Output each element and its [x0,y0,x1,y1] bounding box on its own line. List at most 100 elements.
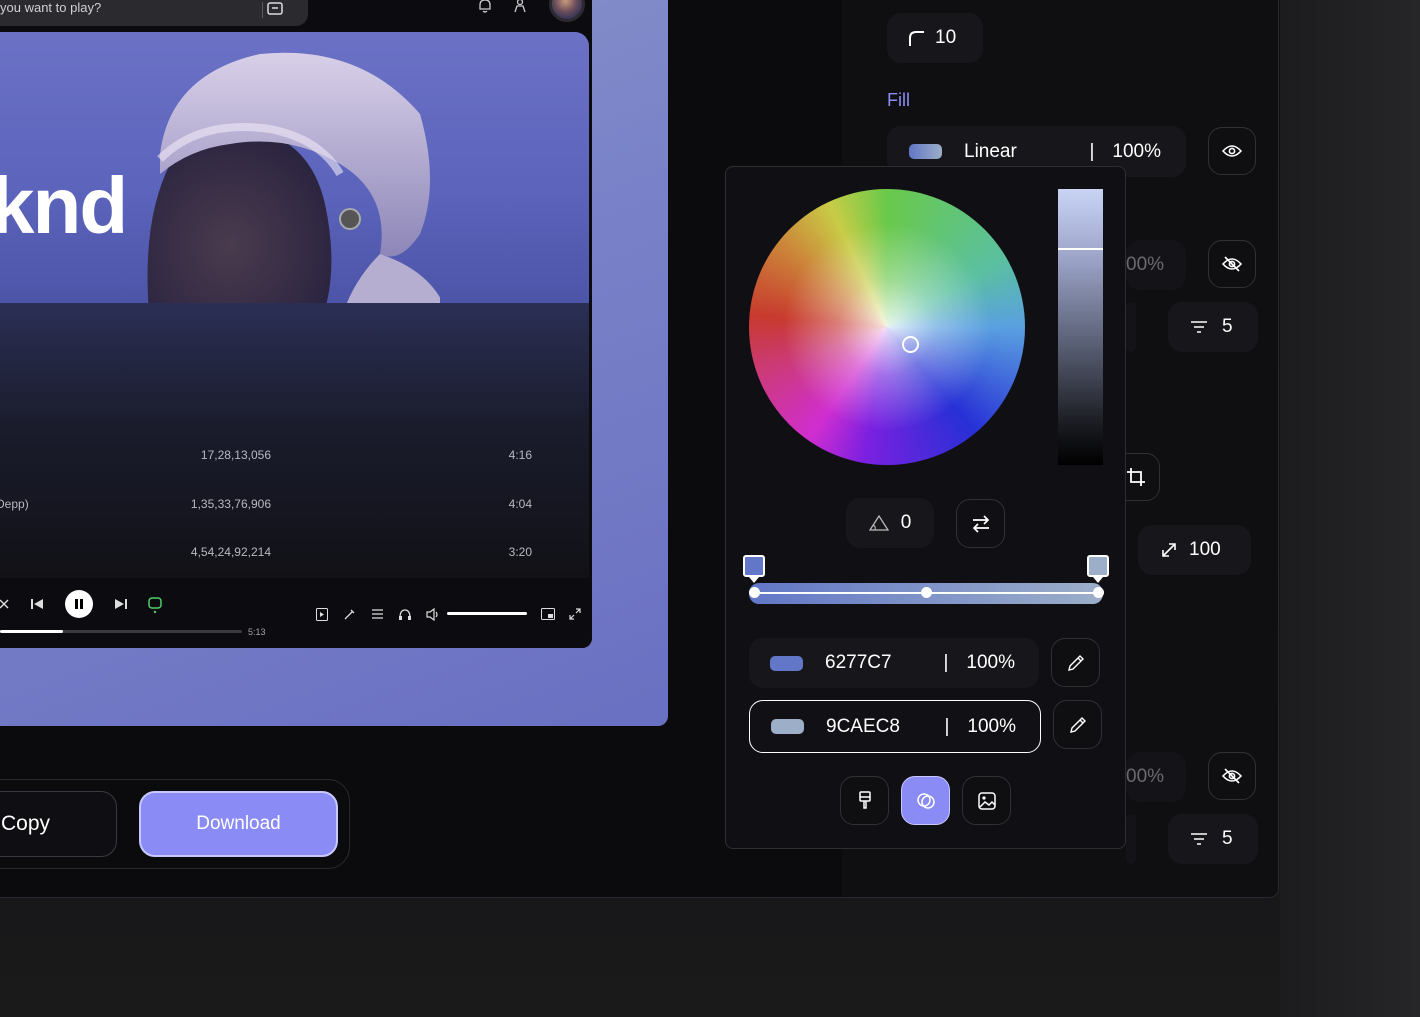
music-player-mockup: you want to play? knd 17,28,13,056 4:16 … [0,0,592,648]
gradient-angle: 0 [900,512,912,533]
player-topbar: you want to play? [0,0,592,30]
miniplayer-icon[interactable] [541,608,555,621]
color-swatch[interactable] [771,719,804,734]
visibility-toggle[interactable] [1208,752,1256,800]
scale-field[interactable]: 100 [1138,525,1251,575]
tracklist-area [0,303,589,578]
divider: | [1089,140,1095,162]
hex-value[interactable]: 6277C7 [825,652,892,674]
friends-icon[interactable] [512,0,528,14]
artist-photo [147,52,440,303]
desktop-background [1280,0,1420,1017]
divider [262,2,263,18]
corner-radius-value: 10 [935,27,957,48]
paint-bucket-icon [858,790,871,809]
color-stop-row-selected[interactable]: 9CAEC8 | 100% [749,700,1041,753]
solid-fill-mode-button[interactable] [840,776,889,825]
gradient-stop-end[interactable] [1087,555,1109,577]
eyedropper-icon [1067,654,1084,671]
filter-icon [1191,833,1207,845]
layer-opacity: 00% [1126,766,1165,787]
panel-field-edge [1126,302,1136,352]
table-row[interactable]: 17,28,13,056 4:16 [0,448,589,468]
track-plays: 4,54,24,92,214 [190,545,271,559]
eye-icon [1222,145,1242,157]
gradient-midpoint-dot[interactable] [921,587,932,598]
volume-slider[interactable] [447,612,527,615]
layer-opacity-field[interactable]: 00% [1126,240,1186,290]
bell-icon[interactable] [477,0,493,14]
track-duration: 4:04 [508,497,532,511]
fullscreen-icon[interactable] [569,608,581,620]
visibility-toggle[interactable] [1208,240,1256,288]
table-row[interactable]: Depp) 1,35,33,76,906 4:04 [0,497,589,517]
blur-field[interactable]: 5 [1168,302,1258,352]
preview-canvas: you want to play? knd 17,28,13,056 4:16 … [0,0,668,726]
gradient-stop-pointer [749,577,759,583]
image-icon [977,791,996,810]
previous-icon[interactable] [30,597,44,611]
scale-value: 100 [1189,539,1221,560]
brightness-slider[interactable] [1058,189,1103,465]
layer-opacity: 00% [1126,254,1165,275]
artist-name: knd [0,161,128,250]
hex-value[interactable]: 9CAEC8 [826,716,900,738]
now-playing-icon[interactable] [316,608,328,621]
pause-button[interactable] [65,590,93,618]
gradient-fill-mode-button[interactable] [901,776,950,825]
corner-radius-field[interactable]: 10 [887,13,983,63]
color-stop-row[interactable]: 6277C7 | 100% [749,638,1039,688]
stop-opacity[interactable]: 100% [967,716,1016,738]
gradient-stop-pointer [1093,577,1103,583]
download-button[interactable]: Download [139,791,338,857]
browse-icon[interactable] [266,0,284,16]
fill-swatch[interactable] [909,144,942,159]
brightness-handle[interactable] [1058,248,1103,250]
gradient-stop-dot[interactable] [1093,587,1104,598]
eyedropper-button[interactable] [1051,638,1100,687]
avatar[interactable] [549,0,585,22]
fill-type: Linear [964,140,1017,162]
repeat-icon[interactable] [147,596,163,614]
visibility-toggle[interactable] [1208,127,1256,175]
corner-radius-icon [909,31,924,46]
next-icon[interactable] [114,597,128,611]
color-swatch[interactable] [770,655,803,671]
divider: | [943,652,949,673]
shuffle-icon[interactable] [0,597,12,611]
track-plays: 17,28,13,056 [200,448,271,462]
track-plays: 1,35,33,76,906 [190,497,271,511]
copy-button[interactable]: Copy [0,791,117,857]
blur-value: 5 [1222,828,1233,849]
devices-icon[interactable] [398,608,412,621]
color-wheel-handle[interactable] [902,336,919,353]
image-fill-mode-button[interactable] [962,776,1011,825]
angle-icon [868,515,889,531]
swap-stops-button[interactable] [956,499,1005,548]
blur-field[interactable]: 5 [1168,814,1258,864]
total-time: 5:13 [248,627,266,637]
stop-opacity[interactable]: 100% [966,652,1015,674]
eyedropper-icon [1069,716,1086,733]
gradient-stop-dot[interactable] [749,587,760,598]
gradient-angle-field[interactable]: 0 [846,498,934,548]
table-row[interactable]: 4,54,24,92,214 3:20 [0,545,589,565]
search-placeholder: you want to play? [0,0,102,15]
playback-progress[interactable] [0,630,242,633]
lyrics-icon[interactable] [343,608,356,621]
gradient-stop-start[interactable] [743,555,765,577]
divider: | [944,715,950,737]
color-wheel[interactable] [749,189,1025,465]
track-duration: 3:20 [508,545,532,559]
layer-opacity-field[interactable]: 00% [1126,752,1186,802]
volume-icon[interactable] [426,608,440,621]
eye-off-icon [1222,256,1242,272]
search-input[interactable]: you want to play? [0,0,308,26]
panel-field-edge [1126,814,1136,864]
blur-value: 5 [1222,316,1233,337]
resize-icon [1162,543,1176,557]
eyedropper-button[interactable] [1053,700,1102,749]
progress-fill [0,630,63,633]
queue-icon[interactable] [371,608,384,621]
filter-icon [1191,321,1207,333]
